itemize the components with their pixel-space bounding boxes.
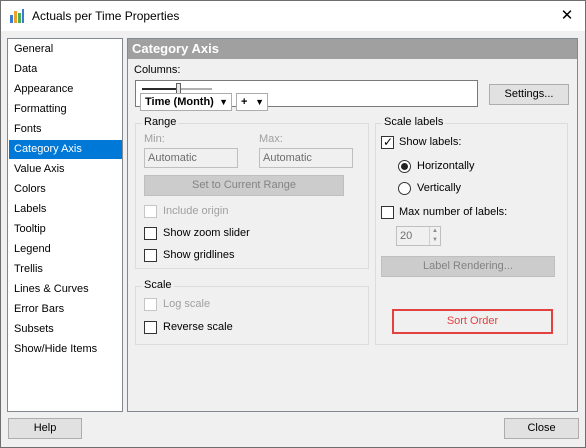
log-scale-checkbox[interactable] xyxy=(144,298,157,311)
column-dropdown[interactable]: Time (Month) ▼ xyxy=(140,93,232,111)
nav-item-trellis[interactable]: Trellis xyxy=(9,260,122,279)
add-column-dropdown[interactable]: + ▼ xyxy=(236,93,268,111)
category-axis-panel: Category Axis Columns: Time (Month) ▼ + … xyxy=(127,38,578,412)
columns-label: Columns: xyxy=(134,64,181,76)
checkmark-icon: ✓ xyxy=(383,135,394,149)
nav-item-appearance[interactable]: Appearance xyxy=(9,80,122,99)
vertically-label: Vertically xyxy=(417,182,462,194)
chevron-down-icon: ▼ xyxy=(255,97,264,107)
include-origin-label: Include origin xyxy=(163,205,229,217)
column-dropdown-value: Time (Month) xyxy=(145,96,214,108)
max-labels-checkbox[interactable] xyxy=(381,206,394,219)
window-title: Actuals per Time Properties xyxy=(32,9,180,23)
min-label: Min: xyxy=(144,133,165,145)
panel-title: Category Axis xyxy=(128,39,577,59)
chevron-down-icon: ▼ xyxy=(219,97,228,107)
include-origin-checkbox[interactable] xyxy=(144,205,157,218)
show-gridlines-checkbox[interactable] xyxy=(144,249,157,262)
max-labels-value: 20 xyxy=(400,230,413,242)
reverse-scale-checkbox[interactable] xyxy=(144,321,157,334)
bar-chart-icon xyxy=(10,9,24,23)
stepper-up-icon[interactable]: ▲ xyxy=(429,227,440,236)
nav-item-tooltip[interactable]: Tooltip xyxy=(9,220,122,239)
close-icon[interactable]: ✕ xyxy=(552,5,582,27)
nav-item-subsets[interactable]: Subsets xyxy=(9,320,122,339)
nav-item-lines-curves[interactable]: Lines & Curves xyxy=(9,280,122,299)
min-field[interactable]: Automatic xyxy=(144,148,238,168)
show-gridlines-label: Show gridlines xyxy=(163,249,235,261)
stepper-down-icon[interactable]: ▼ xyxy=(429,236,440,245)
nav-item-category-axis[interactable]: Category Axis xyxy=(9,140,122,159)
nav-item-labels[interactable]: Labels xyxy=(9,200,122,219)
show-labels-checkbox[interactable]: ✓ xyxy=(381,135,394,149)
sort-order-button[interactable]: Sort Order xyxy=(392,309,553,334)
add-column-value: + xyxy=(241,96,248,108)
radio-selected-icon xyxy=(401,163,408,170)
nav-item-fonts[interactable]: Fonts xyxy=(9,120,122,139)
scale-group: Scale xyxy=(135,279,369,345)
help-button[interactable]: Help xyxy=(8,418,82,439)
max-labels-stepper[interactable]: 20 ▲ ▼ xyxy=(396,226,441,246)
horizontally-label: Horizontally xyxy=(417,160,475,172)
nav-item-formatting[interactable]: Formatting xyxy=(9,100,122,119)
nav-item-value-axis[interactable]: Value Axis xyxy=(9,160,122,179)
log-scale-label: Log scale xyxy=(163,298,211,310)
label-rendering-button[interactable]: Label Rendering... xyxy=(381,256,555,277)
properties-dialog: Actuals per Time Properties ✕ General Da… xyxy=(0,0,586,448)
show-zoom-slider-label: Show zoom slider xyxy=(163,227,250,239)
range-group: Range xyxy=(135,116,369,269)
scale-group-title: Scale xyxy=(142,279,174,291)
set-current-range-button[interactable]: Set to Current Range xyxy=(144,175,344,196)
reverse-scale-label: Reverse scale xyxy=(163,321,233,333)
horizontally-radio[interactable] xyxy=(398,160,411,173)
nav-item-show-hide-items[interactable]: Show/Hide Items xyxy=(9,340,122,359)
show-zoom-slider-checkbox[interactable] xyxy=(144,227,157,240)
nav-item-colors[interactable]: Colors xyxy=(9,180,122,199)
max-field[interactable]: Automatic xyxy=(259,148,353,168)
range-group-title: Range xyxy=(142,116,179,128)
nav-item-data[interactable]: Data xyxy=(9,60,122,79)
show-labels-label: Show labels: xyxy=(399,136,462,148)
nav-item-legend[interactable]: Legend xyxy=(9,240,122,259)
max-label: Max: xyxy=(259,133,283,145)
columns-selector[interactable]: Time (Month) ▼ + ▼ xyxy=(135,80,478,111)
title-bar: Actuals per Time Properties ✕ xyxy=(1,1,585,31)
category-list: General Data Appearance Formatting Fonts… xyxy=(7,38,123,412)
close-button[interactable]: Close xyxy=(504,418,579,439)
max-labels-label: Max number of labels: xyxy=(399,206,508,218)
settings-button[interactable]: Settings... xyxy=(489,84,569,105)
nav-item-error-bars[interactable]: Error Bars xyxy=(9,300,122,319)
nav-item-general[interactable]: General xyxy=(9,40,122,59)
vertically-radio[interactable] xyxy=(398,182,411,195)
scale-labels-group-title: Scale labels xyxy=(382,116,446,128)
column-slider-fill xyxy=(142,88,178,90)
